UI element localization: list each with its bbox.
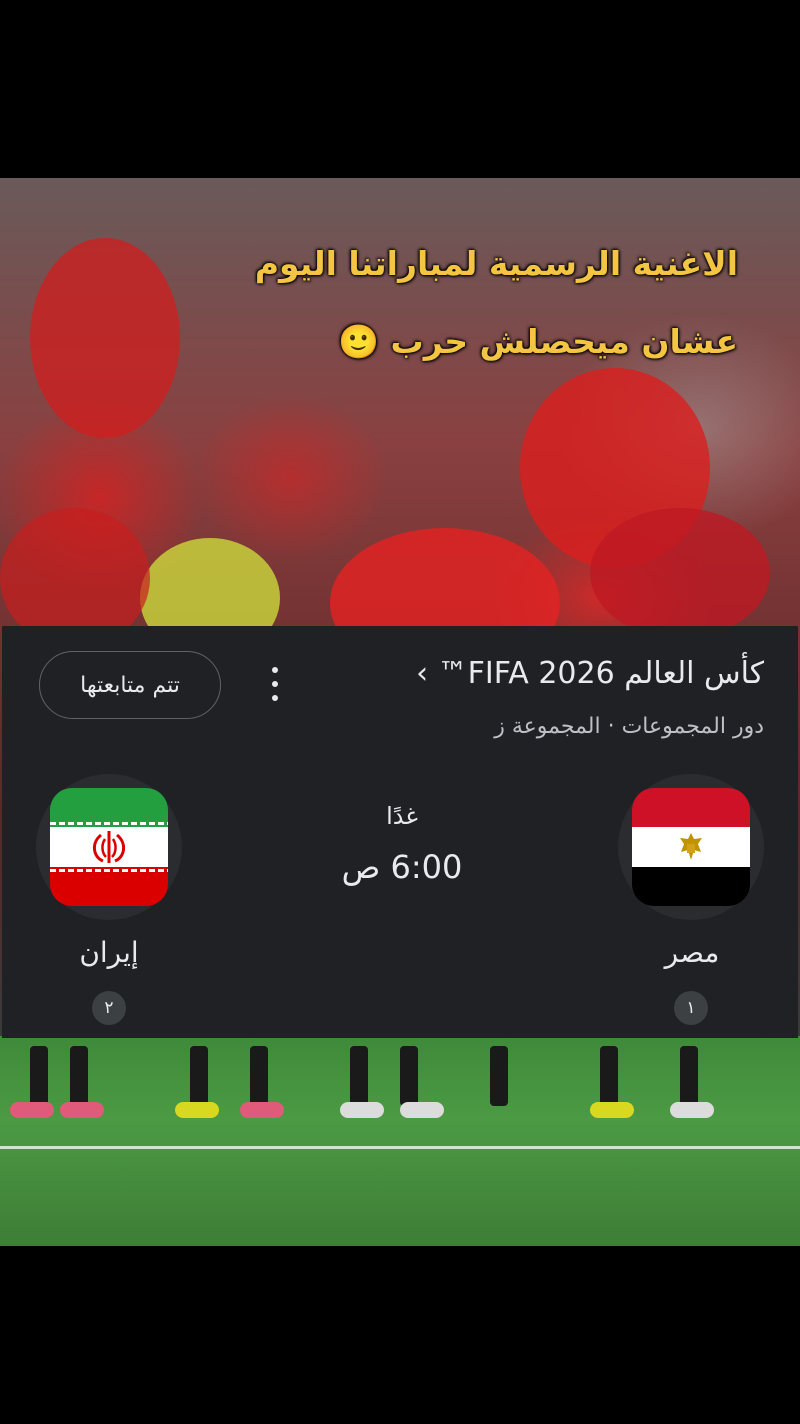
home-team-rank: ١ [674, 991, 708, 1025]
leg [400, 1046, 418, 1106]
egypt-flag-icon [632, 788, 750, 906]
match-card[interactable]: كأس العالم FIFA 2026™ › دور المجموعات · … [2, 626, 798, 1038]
pitch-line [0, 1146, 800, 1149]
iran-emblem-icon [93, 831, 125, 864]
more-vertical-icon[interactable] [264, 664, 286, 704]
away-team-name[interactable]: إيران [59, 936, 159, 969]
shoe [240, 1102, 284, 1118]
iran-flag-icon [50, 788, 168, 906]
shoe [60, 1102, 104, 1118]
competition-title[interactable]: كأس العالم FIFA 2026™ › [416, 656, 764, 691]
competition-stage: دور المجموعات · المجموعة ز [494, 714, 764, 739]
eagle-emblem-icon [680, 833, 702, 861]
leg [190, 1046, 208, 1106]
shoe [10, 1102, 54, 1118]
home-team-flag[interactable] [618, 774, 764, 920]
leg [680, 1046, 698, 1106]
home-team-name[interactable]: مصر [642, 936, 742, 969]
more-dot [272, 695, 278, 701]
more-dot [272, 681, 278, 687]
shoe [590, 1102, 634, 1118]
shoe [175, 1102, 219, 1118]
leg [70, 1046, 88, 1106]
following-button[interactable]: تتم متابعتها [39, 651, 221, 719]
leg [250, 1046, 268, 1106]
overlay-caption-line-2: عشان ميحصلش حرب 🙂 [337, 322, 738, 361]
leg [490, 1046, 508, 1106]
match-day: غدًا [386, 802, 418, 830]
shoe [400, 1102, 444, 1118]
leg [30, 1046, 48, 1106]
more-dot [272, 667, 278, 673]
overlay-caption-line-1: الاغنية الرسمية لمباراتنا اليوم [254, 244, 738, 283]
away-team-flag[interactable] [36, 774, 182, 920]
shoe [670, 1102, 714, 1118]
away-team-rank: ٢ [92, 991, 126, 1025]
leg [350, 1046, 368, 1106]
leg [600, 1046, 618, 1106]
match-time: 6:00 ص [341, 848, 463, 886]
player-shirt-shape [590, 508, 770, 638]
shoe [340, 1102, 384, 1118]
